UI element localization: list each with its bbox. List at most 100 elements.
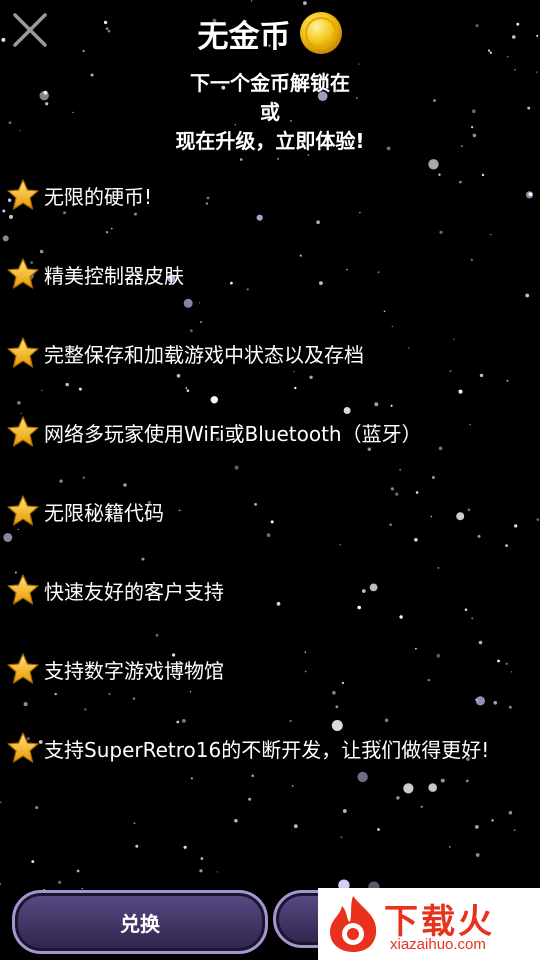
star-particle	[427, 678, 430, 682]
star-particle	[2, 209, 6, 213]
star-particle	[438, 173, 441, 176]
star-particle	[182, 719, 186, 723]
star-particle	[478, 640, 483, 645]
star-particle	[200, 857, 204, 860]
feature-label: 快速友好的客户支持	[44, 579, 224, 604]
feature-item: 支持SuperRetro16的不断开发，让我们做得更好!	[6, 728, 489, 768]
star-icon	[7, 732, 39, 763]
star-icon	[7, 258, 39, 289]
star-particle	[82, 476, 86, 480]
feature-label: 精美控制器皮肤	[44, 263, 184, 288]
star-particle	[438, 446, 443, 451]
star-particle	[303, 1, 307, 6]
redeem-button-label: 兑换	[120, 911, 160, 936]
star-particle	[475, 696, 485, 706]
star-particle	[377, 828, 380, 831]
flame-logo-icon	[330, 896, 377, 952]
star-icon	[7, 179, 39, 210]
feature-label: 完整保存和加载游戏中状态以及存档	[44, 342, 364, 367]
star-particle	[205, 202, 209, 205]
star-particle	[251, 774, 254, 778]
star-particle	[332, 691, 336, 695]
star-particle	[2, 235, 9, 242]
star-particle	[414, 538, 418, 542]
redeem-button[interactable]: 兑换	[12, 890, 268, 954]
star-icon	[7, 416, 39, 447]
star-particle	[185, 387, 188, 390]
star-particle	[76, 869, 80, 873]
star-particle	[508, 705, 512, 709]
star-particle	[396, 796, 400, 800]
feature-item: 支持数字游戏博物馆	[6, 649, 224, 689]
star-particle	[513, 829, 516, 832]
star-particle	[141, 557, 145, 561]
star-particle	[59, 479, 63, 483]
star-particle	[453, 338, 455, 341]
star-particle	[456, 512, 465, 521]
star-particle	[270, 520, 274, 524]
subtitle-line-3: 现在升级，立即体验!	[175, 129, 365, 153]
star-particle	[132, 697, 136, 700]
star-particle	[234, 819, 238, 823]
star-particle	[525, 293, 530, 298]
star-particle	[250, 0, 253, 2]
star-particle	[505, 544, 508, 547]
star-particle	[9, 214, 13, 219]
star-particle	[458, 389, 463, 394]
star-particle	[357, 771, 368, 783]
star-particle	[58, 880, 62, 884]
star-icon	[7, 495, 39, 526]
star-particle	[439, 230, 443, 234]
star-particle	[467, 508, 471, 512]
star-particle	[369, 583, 378, 592]
star-particle	[505, 662, 508, 665]
star-particle	[176, 374, 181, 378]
feature-item: 无限秘籍代码	[6, 491, 164, 531]
star-icon	[7, 574, 39, 605]
star-particle	[497, 659, 500, 663]
star-particle	[470, 258, 473, 261]
star-particle	[256, 214, 263, 221]
star-particle	[469, 423, 472, 426]
star-particle	[293, 824, 298, 829]
star-particle	[420, 805, 423, 808]
star-particle	[464, 608, 468, 611]
star-particle	[449, 370, 452, 373]
star-particle	[309, 375, 313, 379]
star-particle	[465, 779, 469, 783]
star-particle	[459, 180, 462, 184]
star-particle	[408, 347, 410, 349]
star-particle	[248, 797, 252, 801]
feature-label: 支持SuperRetro16的不断开发，让我们做得更好!	[44, 737, 490, 762]
star-particle	[133, 822, 136, 825]
star-particle	[111, 227, 113, 230]
star-particle	[0, 801, 2, 803]
star-particle	[319, 281, 323, 285]
feature-label: 支持数字游戏博物馆	[44, 658, 224, 683]
star-particle	[448, 845, 451, 848]
star-particle	[78, 387, 82, 391]
star-particle	[199, 320, 203, 324]
star-particle	[105, 231, 109, 234]
page-title: 无金币	[197, 18, 291, 55]
star-particle	[3, 533, 13, 542]
star-particle	[430, 515, 433, 518]
star-particle	[374, 402, 379, 407]
star-particle	[299, 254, 302, 257]
star-particle	[123, 483, 127, 487]
star-particle	[491, 819, 494, 822]
star-particle	[108, 693, 111, 695]
star-particle	[35, 806, 39, 810]
star-particle	[304, 651, 307, 654]
star-particle	[395, 492, 399, 496]
feature-item: 网络多玩家使用WiFi或Bluetooth（蓝牙）	[6, 412, 422, 452]
watermark: 下载火 xiazaihuo.com	[318, 888, 540, 960]
star-particle	[359, 211, 361, 214]
star-particle	[276, 601, 281, 606]
star-particle	[383, 310, 386, 313]
feature-item: 完整保存和加载游戏中状态以及存档	[6, 333, 364, 373]
watermark-url: xiazaihuo.com	[390, 936, 486, 953]
star-particle	[17, 401, 21, 405]
star-particle	[389, 523, 392, 527]
star-particle	[289, 719, 292, 723]
